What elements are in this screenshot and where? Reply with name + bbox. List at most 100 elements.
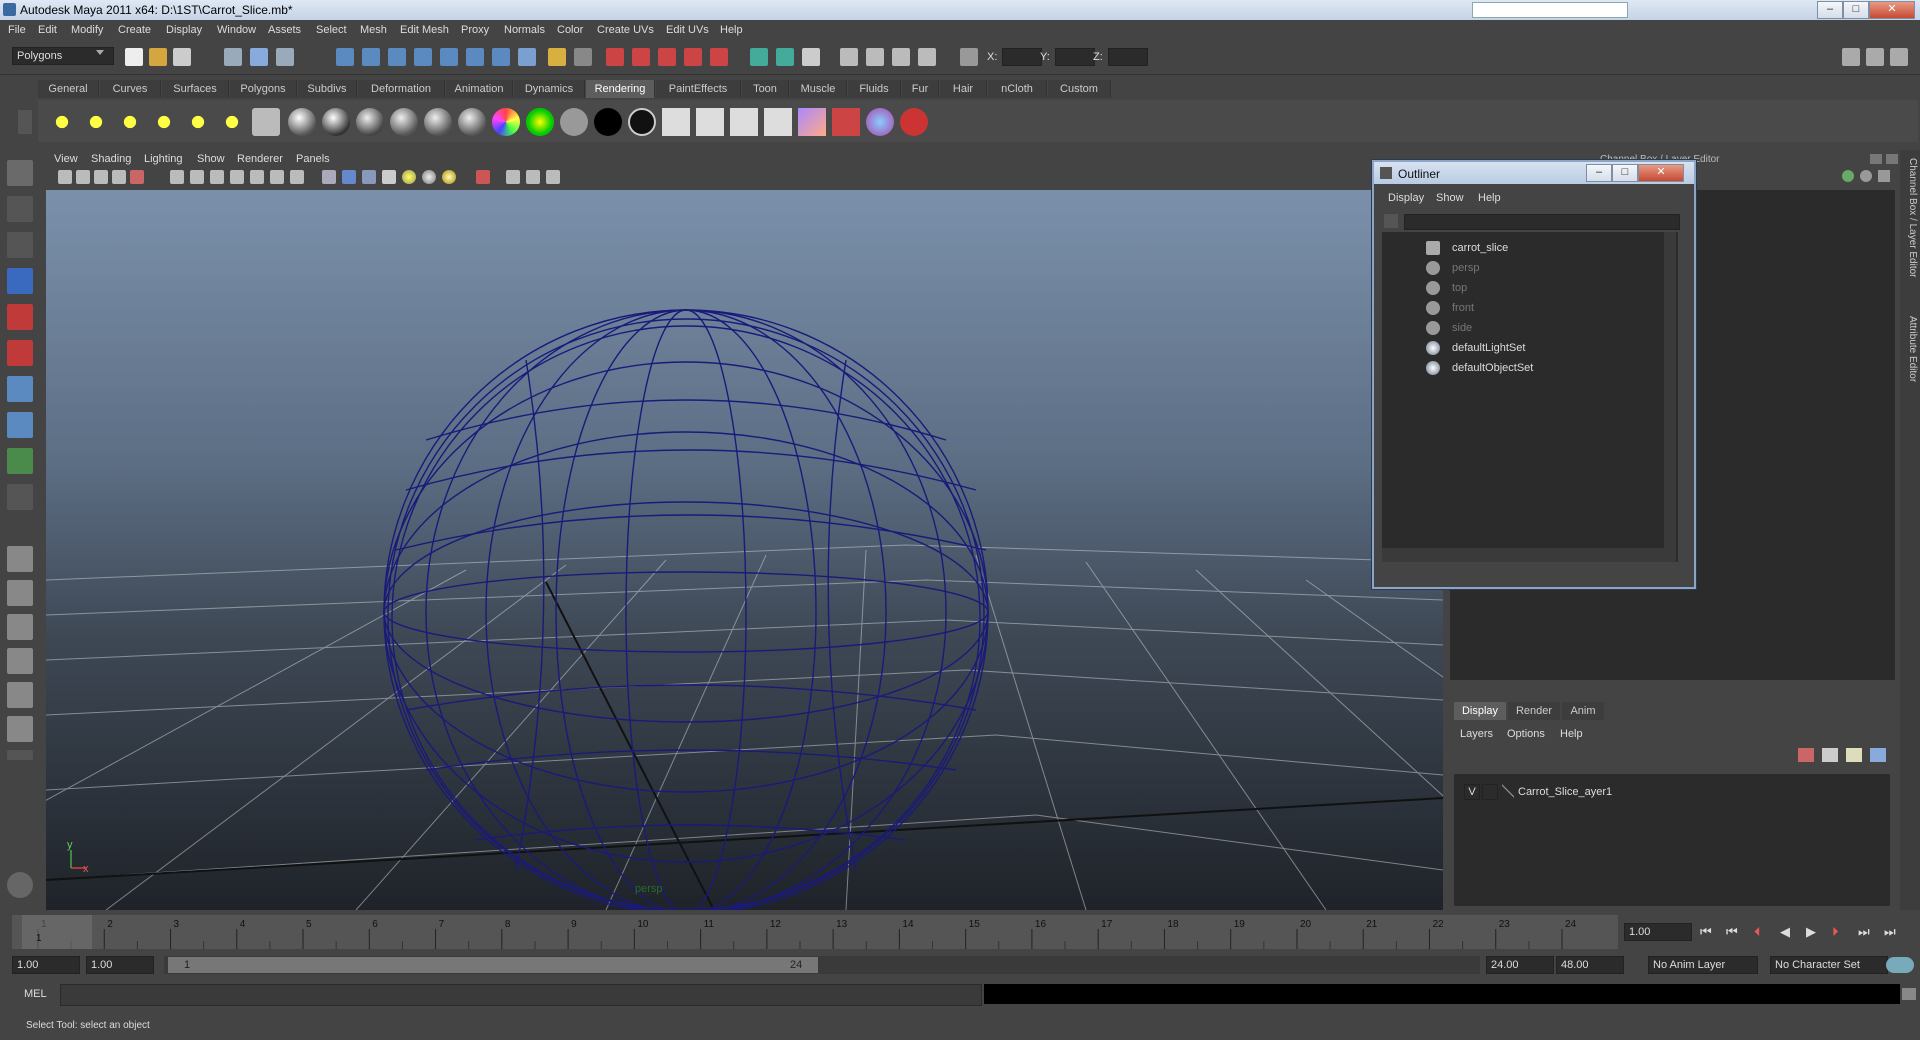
show-panel-icon[interactable] [840, 48, 858, 66]
move-layer-down-icon[interactable] [1870, 748, 1886, 762]
auto-key-icon[interactable] [1886, 957, 1914, 973]
shelf-tab-animation[interactable]: Animation [446, 80, 513, 98]
move-tool-icon[interactable] [7, 268, 33, 294]
step-back-frame-button[interactable]: ⏴ [1754, 924, 1761, 940]
menu-create-uvs[interactable]: Create UVs [597, 24, 654, 36]
select-hierarchy-icon[interactable] [224, 48, 242, 66]
shelf-tab-surfaces[interactable]: Surfaces [162, 80, 229, 98]
viewport-canvas[interactable]: persp y x [46, 190, 1443, 910]
toggle-channel-box-icon[interactable] [1890, 48, 1908, 66]
current-time-field[interactable]: 1.00 [1624, 923, 1692, 941]
maximize-button[interactable]: □ [1843, 1, 1869, 19]
selection-mask-icon[interactable] [574, 48, 592, 66]
smooth-shade-icon[interactable] [342, 170, 356, 184]
xray-joints-icon[interactable] [526, 170, 540, 184]
menu-display[interactable]: Display [166, 24, 202, 36]
help-search-input[interactable] [1472, 2, 1628, 18]
last-tool-icon[interactable] [7, 484, 33, 510]
outliner-menu-display[interactable]: Display [1388, 192, 1424, 204]
render-current-icon[interactable] [606, 48, 624, 66]
menu-edit-uvs[interactable]: Edit UVs [666, 24, 709, 36]
shelf-tab-custom[interactable]: Custom [1048, 80, 1111, 98]
menu-create[interactable]: Create [118, 24, 151, 36]
shelf-tab-dynamics[interactable]: Dynamics [514, 80, 585, 98]
directional-light-icon[interactable] [82, 108, 110, 136]
shelf-tab-deformation[interactable]: Deformation [358, 80, 445, 98]
toon-shader-icon[interactable] [628, 108, 656, 136]
close-panel-icon[interactable] [1886, 154, 1898, 164]
show-manipulator-icon[interactable] [7, 448, 33, 474]
wireframe-icon[interactable] [322, 170, 336, 184]
outliner-minimize-button[interactable]: – [1586, 164, 1612, 182]
rename-icon[interactable] [776, 48, 794, 66]
menu-file[interactable]: File [8, 24, 26, 36]
wireframe-on-shaded-icon[interactable] [362, 170, 376, 184]
outliner-menu-show[interactable]: Show [1436, 192, 1464, 204]
animation-start-field[interactable]: 1.00 [12, 956, 80, 974]
outliner-item-default-light-set[interactable]: defaultLightSet [1382, 338, 1672, 358]
menu-edit[interactable]: Edit [38, 24, 57, 36]
time-slider[interactable]: 123456789101112131415161718192021222324 … [12, 915, 1618, 949]
tab-anim[interactable]: Anim [1562, 702, 1604, 720]
hypershade-icon[interactable] [684, 48, 702, 66]
volume-light-icon[interactable] [218, 108, 246, 136]
all-lights-icon[interactable] [422, 170, 436, 184]
viewport-menu-renderer[interactable]: Renderer [237, 153, 283, 165]
rotate-tool-icon[interactable] [7, 304, 33, 330]
ambient-light-icon[interactable] [48, 108, 76, 136]
play-backwards-button[interactable]: ◀ [1780, 924, 1790, 940]
help-icon[interactable] [518, 48, 536, 66]
toggle-attribute-editor-icon[interactable] [1842, 48, 1860, 66]
shelf-tab-subdivs[interactable]: Subdivs [298, 80, 357, 98]
scale-tool-icon[interactable] [7, 340, 33, 366]
camera-select-icon[interactable] [58, 170, 72, 184]
soft-modification-icon[interactable] [7, 412, 33, 438]
lock-icon[interactable] [548, 48, 566, 66]
outliner-item-carrot-slice[interactable]: carrot_slice [1382, 238, 1672, 258]
surface-shader-icon[interactable] [526, 108, 554, 136]
layered-shader-icon[interactable] [458, 108, 486, 136]
image-plane-icon[interactable] [112, 170, 126, 184]
play-forwards-button[interactable]: ▶ [1806, 924, 1816, 940]
menu-assets[interactable]: Assets [268, 24, 301, 36]
paint-canvas-icon[interactable] [866, 108, 894, 136]
render-view-shelf-icon[interactable] [662, 108, 690, 136]
viewport-menu-view[interactable]: View [54, 153, 78, 165]
viewport-menu-shading[interactable]: Shading [91, 153, 131, 165]
camera-attr-icon[interactable] [76, 170, 90, 184]
layer-color-swatch[interactable] [1502, 784, 1514, 798]
spot-light-icon[interactable] [150, 108, 178, 136]
menu-proxy[interactable]: Proxy [461, 24, 489, 36]
blinn-shader-icon[interactable] [390, 108, 418, 136]
universal-manipulator-icon[interactable] [7, 376, 33, 402]
four-view-layout-icon[interactable] [7, 580, 33, 606]
textured-icon[interactable] [382, 170, 396, 184]
attribute-icon[interactable] [802, 48, 820, 66]
shelf-tab-toon[interactable]: Toon [742, 80, 789, 98]
tab-channel-box-layer-editor[interactable]: Channel Box / Layer Editor [1902, 158, 1918, 278]
anim-layer-dropdown[interactable]: No Anim Layer [1648, 956, 1758, 974]
render-settings-icon[interactable] [658, 48, 676, 66]
snap-live-icon[interactable] [440, 48, 458, 66]
viewport-menu-lighting[interactable]: Lighting [144, 153, 183, 165]
range-slider-handle[interactable] [168, 957, 818, 973]
safe-title-icon[interactable] [290, 170, 304, 184]
shelf-tab-curves[interactable]: Curves [100, 80, 161, 98]
use-background-icon[interactable] [560, 108, 588, 136]
command-input[interactable] [60, 984, 982, 1006]
toggle-tool-settings-icon[interactable] [1866, 48, 1884, 66]
point-light-icon[interactable] [116, 108, 144, 136]
lasso-tool-icon[interactable] [7, 196, 33, 222]
channel-keys-icon[interactable] [1842, 170, 1854, 182]
playback-start-field[interactable]: 1.00 [86, 956, 154, 974]
camera-resolution-icon[interactable] [130, 170, 144, 184]
outliner-item-persp[interactable]: persp [1382, 258, 1672, 278]
save-scene-icon[interactable] [173, 48, 191, 66]
default-light-icon[interactable] [402, 170, 416, 184]
outliner-close-button[interactable]: ✕ [1638, 164, 1684, 182]
menu-mesh[interactable]: Mesh [360, 24, 387, 36]
outliner-filter-input[interactable] [1404, 214, 1680, 230]
anisotropic-shader-icon[interactable] [424, 108, 452, 136]
shelf-tab-hair[interactable]: Hair [940, 80, 987, 98]
tab-display[interactable]: Display [1454, 702, 1506, 720]
